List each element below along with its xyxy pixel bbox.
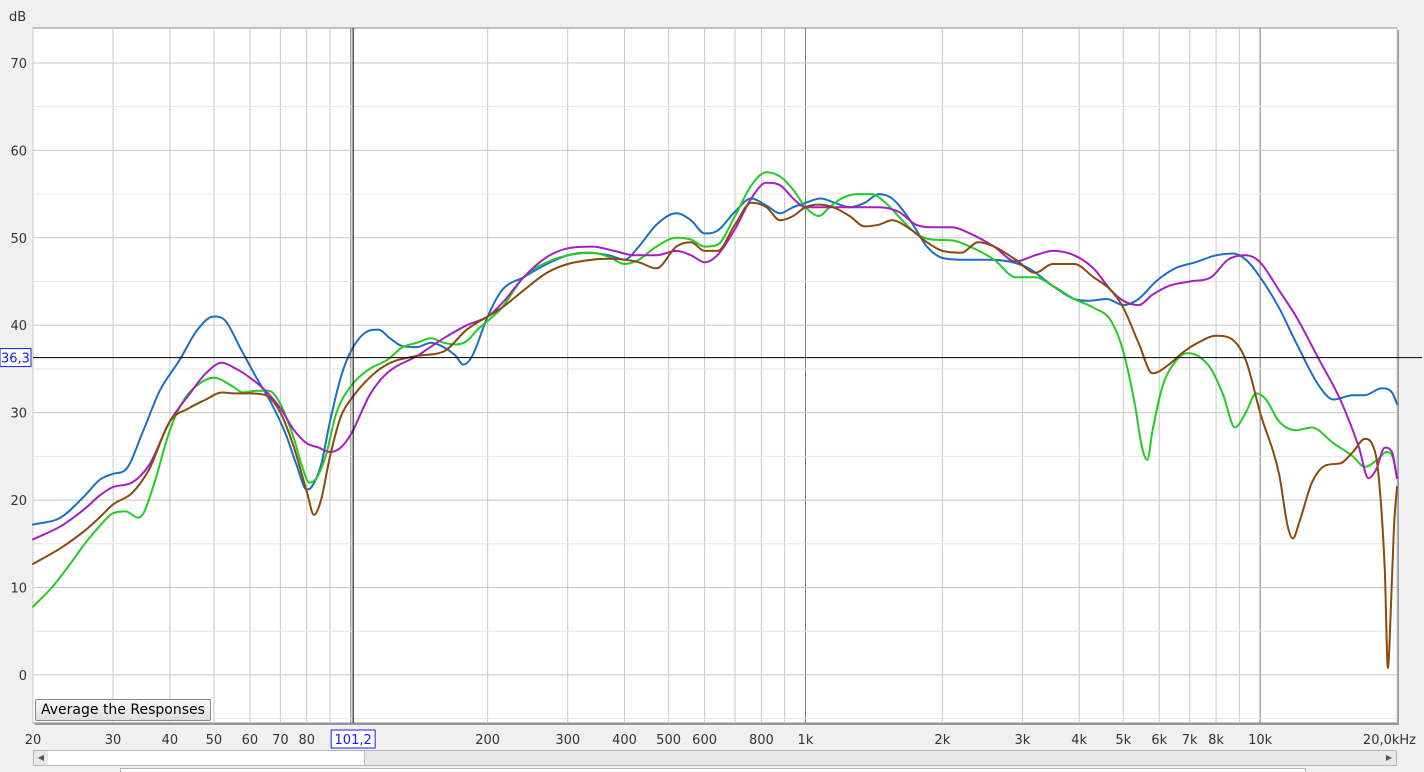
y-tick-label: 60 bbox=[10, 144, 27, 159]
x-tick-label: 4k bbox=[1071, 733, 1087, 748]
x-tick-label: 400 bbox=[612, 733, 637, 748]
x-tick-label: 10k bbox=[1248, 733, 1273, 748]
x-tick-label: 80 bbox=[298, 733, 315, 748]
x-tick-label: 20 bbox=[25, 733, 42, 748]
y-tick-label: 20 bbox=[10, 494, 27, 509]
x-tick-label: 7k bbox=[1182, 733, 1198, 748]
x-tick-label: 70 bbox=[272, 733, 289, 748]
lower-scrollbar-edge bbox=[120, 768, 1306, 772]
x-tick-label: 2k bbox=[934, 733, 950, 748]
y-tick-label: 0 bbox=[19, 669, 27, 684]
y-tick-label: 70 bbox=[10, 57, 27, 72]
x-tick-label: 6k bbox=[1151, 733, 1167, 748]
y-tick-labels: 0 10 20 30 40 50 60 70 bbox=[10, 57, 27, 684]
horizontal-scrollbar[interactable]: ◀ ▶ bbox=[33, 750, 1397, 766]
x-tick-label: 500 bbox=[656, 733, 681, 748]
x-tick-label: 600 bbox=[692, 733, 717, 748]
cursor-x-readout: 101,2 bbox=[335, 733, 372, 748]
x-tick-label: 800 bbox=[749, 733, 774, 748]
plot-area[interactable] bbox=[32, 27, 1398, 724]
x-tick-label: 200 bbox=[475, 733, 500, 748]
x-tick-label: 5k bbox=[1115, 733, 1131, 748]
x-tick-label: 300 bbox=[555, 733, 580, 748]
x-tick-label: 1k bbox=[798, 733, 814, 748]
x-tick-label: 60 bbox=[242, 733, 259, 748]
average-responses-button[interactable]: Average the Responses bbox=[35, 699, 211, 721]
y-tick-label: 50 bbox=[10, 232, 27, 247]
scroll-left-arrow-icon[interactable]: ◀ bbox=[34, 751, 48, 765]
x-tick-labels: 20 30 40 50 60 70 80 200 300 400 500 600 800 1k 2k 3k 4k… bbox=[25, 733, 1416, 748]
frequency-response-chart: dB 0 10 20 30 40 50 60 70 20 30 40 50 60 70 80 200 300 4… bbox=[0, 10, 1422, 749]
cursor-y-readout: 36,3 bbox=[1, 352, 30, 367]
x-tick-label: 20,0kHz bbox=[1363, 733, 1416, 748]
y-axis-label: dB bbox=[9, 10, 26, 25]
x-tick-label: 50 bbox=[206, 733, 223, 748]
scroll-right-arrow-icon[interactable]: ▶ bbox=[1382, 751, 1396, 765]
x-tick-label: 3k bbox=[1014, 733, 1030, 748]
y-tick-label: 10 bbox=[10, 581, 27, 596]
x-tick-label: 40 bbox=[162, 733, 179, 748]
scrollbar-thumb[interactable] bbox=[48, 751, 365, 765]
x-tick-label: 30 bbox=[105, 733, 122, 748]
y-tick-label: 40 bbox=[10, 319, 27, 334]
x-tick-label: 8k bbox=[1208, 733, 1224, 748]
y-tick-label: 30 bbox=[10, 407, 27, 422]
